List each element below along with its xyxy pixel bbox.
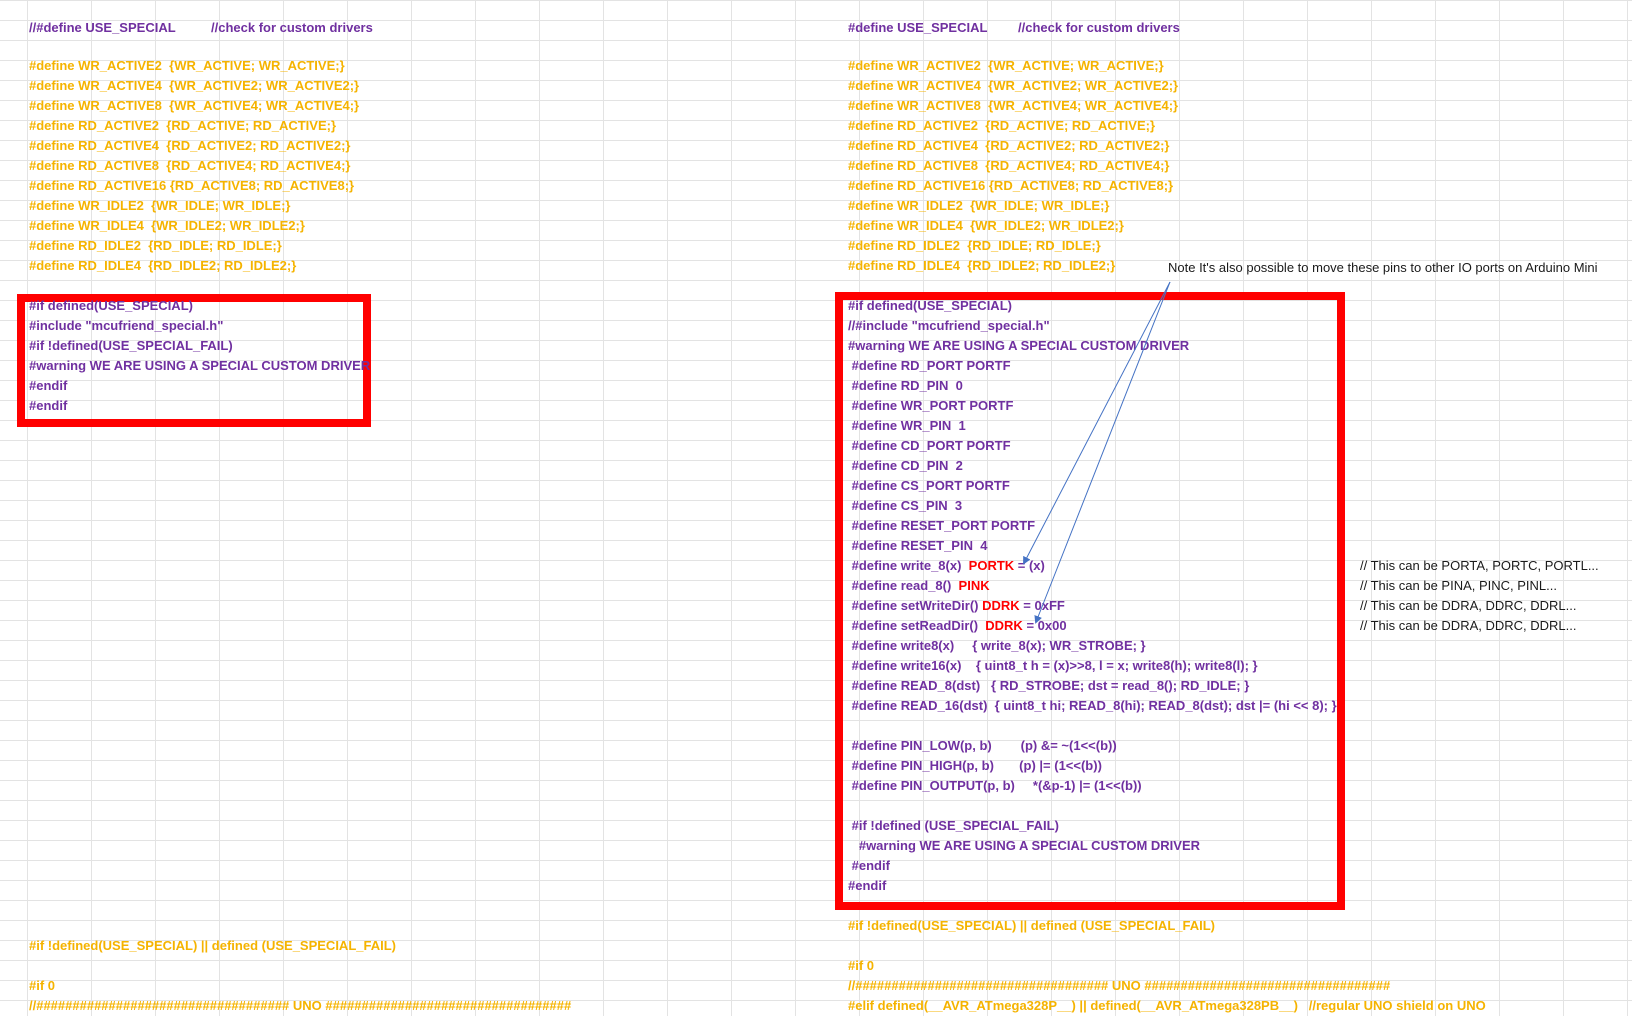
set-read-dir-suffix: = 0x00: [1022, 618, 1067, 633]
right-define-line[interactable]: #define WR_ACTIVE4 {WR_ACTIVE2; WR_ACTIV…: [848, 76, 1178, 96]
left-special-line[interactable]: #include "mcufriend_special.h": [29, 316, 223, 336]
left-special-line[interactable]: #endif: [29, 376, 67, 396]
set-write-dir-define[interactable]: #define setWriteDir() DDRK = 0xFF: [848, 596, 1065, 616]
left-special-line[interactable]: #endif: [29, 396, 67, 416]
right-footer-if[interactable]: #if !defined(USE_SPECIAL) || defined (US…: [848, 916, 1215, 936]
right-if-not-fail[interactable]: #if !defined (USE_SPECIAL_FAIL): [848, 816, 1059, 836]
right-header-comment[interactable]: //check for custom drivers: [1018, 18, 1180, 38]
register-comment[interactable]: // This can be DDRA, DDRC, DDRL...: [1360, 596, 1576, 616]
macro-line[interactable]: #define READ_16(dst) { uint8_t hi; READ_…: [848, 696, 1337, 716]
pin-define-line[interactable]: #define WR_PORT PORTF: [848, 396, 1014, 416]
pin-define-line[interactable]: #define RESET_PIN 4: [848, 536, 988, 556]
pin-define-line[interactable]: #define CD_PORT PORTF: [848, 436, 1011, 456]
left-footer-if[interactable]: #if !defined(USE_SPECIAL) || defined (US…: [29, 936, 396, 956]
pin-define-line[interactable]: #define RD_PIN 0: [848, 376, 963, 396]
right-define-line[interactable]: #define WR_ACTIVE8 {WR_ACTIVE4; WR_ACTIV…: [848, 96, 1178, 116]
write-8-define[interactable]: #define write_8(x) PORTK = (x): [848, 556, 1045, 576]
right-include[interactable]: //#include "mcufriend_special.h": [848, 316, 1050, 336]
right-define-line[interactable]: #define WR_IDLE2 {WR_IDLE; WR_IDLE;}: [848, 196, 1109, 216]
read-8-define[interactable]: #define read_8() PINK: [848, 576, 990, 596]
pin-macro-line[interactable]: #define PIN_HIGH(p, b) (p) |= (1<<(b)): [848, 756, 1102, 776]
left-define-line[interactable]: #define RD_ACTIVE2 {RD_ACTIVE; RD_ACTIVE…: [29, 116, 336, 136]
left-define-line[interactable]: #define WR_ACTIVE4 {WR_ACTIVE2; WR_ACTIV…: [29, 76, 359, 96]
set-read-dir-define[interactable]: #define setReadDir() DDRK = 0x00: [848, 616, 1067, 636]
pin-macro-line[interactable]: #define PIN_LOW(p, b) (p) &= ~(1<<(b)): [848, 736, 1117, 756]
macro-line[interactable]: #define write8(x) { write_8(x); WR_STROB…: [848, 636, 1146, 656]
left-header-define[interactable]: //#define USE_SPECIAL: [29, 18, 176, 38]
left-define-line[interactable]: #define WR_ACTIVE8 {WR_ACTIVE4; WR_ACTIV…: [29, 96, 359, 116]
right-endif-inner[interactable]: #endif: [848, 856, 890, 876]
macro-line[interactable]: #define READ_8(dst) { RD_STROBE; dst = r…: [848, 676, 1250, 696]
right-if-defined[interactable]: #if defined(USE_SPECIAL): [848, 296, 1012, 316]
left-footer-uno[interactable]: //################################### UN…: [29, 996, 571, 1016]
right-header-define[interactable]: #define USE_SPECIAL: [848, 18, 987, 38]
left-define-line[interactable]: #define RD_IDLE4 {RD_IDLE2; RD_IDLE2;}: [29, 256, 296, 276]
note-annotation[interactable]: Note It's also possible to move these pi…: [1168, 258, 1598, 278]
right-footer-uno[interactable]: //################################### UN…: [848, 976, 1390, 996]
right-define-line[interactable]: #define RD_ACTIVE16 {RD_ACTIVE8; RD_ACTI…: [848, 176, 1173, 196]
left-special-line[interactable]: #if defined(USE_SPECIAL): [29, 296, 193, 316]
right-footer-elif[interactable]: #elif defined(__AVR_ATmega328P__) || def…: [848, 996, 1486, 1016]
pin-register: PINK: [958, 578, 990, 593]
left-define-line[interactable]: #define RD_ACTIVE16 {RD_ACTIVE8; RD_ACTI…: [29, 176, 354, 196]
macro-line[interactable]: #define write16(x) { uint8_t h = (x)>>8,…: [848, 656, 1258, 676]
left-header-comment[interactable]: //check for custom drivers: [211, 18, 373, 38]
write-8-prefix: #define write_8(x): [848, 558, 969, 573]
left-define-line[interactable]: #define RD_IDLE2 {RD_IDLE; RD_IDLE;}: [29, 236, 282, 256]
left-define-line[interactable]: #define RD_ACTIVE8 {RD_ACTIVE4; RD_ACTIV…: [29, 156, 350, 176]
right-define-line[interactable]: #define RD_ACTIVE2 {RD_ACTIVE; RD_ACTIVE…: [848, 116, 1155, 136]
right-define-line[interactable]: #define RD_ACTIVE4 {RD_ACTIVE2; RD_ACTIV…: [848, 136, 1169, 156]
right-define-line[interactable]: #define WR_ACTIVE2 {WR_ACTIVE; WR_ACTIVE…: [848, 56, 1164, 76]
ddr-register: DDRK: [985, 618, 1023, 633]
left-define-line[interactable]: #define WR_IDLE2 {WR_IDLE; WR_IDLE;}: [29, 196, 290, 216]
pin-define-line[interactable]: #define RD_PORT PORTF: [848, 356, 1011, 376]
port-register: PORTK: [968, 558, 1015, 573]
left-define-line[interactable]: #define WR_ACTIVE2 {WR_ACTIVE; WR_ACTIVE…: [29, 56, 345, 76]
set-write-dir-suffix: = 0xFF: [1019, 598, 1065, 613]
set-write-dir-prefix: #define setWriteDir(): [848, 598, 983, 613]
right-endif-outer[interactable]: #endif: [848, 876, 886, 896]
pin-define-line[interactable]: #define CS_PIN 3: [848, 496, 963, 516]
right-footer-if0[interactable]: #if 0: [848, 956, 874, 976]
pin-define-line[interactable]: #define CD_PIN 2: [848, 456, 963, 476]
left-define-line[interactable]: #define RD_ACTIVE4 {RD_ACTIVE2; RD_ACTIV…: [29, 136, 350, 156]
pin-define-line[interactable]: #define WR_PIN 1: [848, 416, 966, 436]
left-define-line[interactable]: #define WR_IDLE4 {WR_IDLE2; WR_IDLE2;}: [29, 216, 305, 236]
right-define-line[interactable]: #define RD_IDLE4 {RD_IDLE2; RD_IDLE2;}: [848, 256, 1115, 276]
left-footer-if0[interactable]: #if 0: [29, 976, 55, 996]
write-8-suffix: = (x): [1014, 558, 1045, 573]
right-define-line[interactable]: #define RD_ACTIVE8 {RD_ACTIVE4; RD_ACTIV…: [848, 156, 1169, 176]
right-warning-inner[interactable]: #warning WE ARE USING A SPECIAL CUSTOM D…: [848, 836, 1200, 856]
right-define-line[interactable]: #define WR_IDLE4 {WR_IDLE2; WR_IDLE2;}: [848, 216, 1124, 236]
left-special-line[interactable]: #warning WE ARE USING A SPECIAL CUSTOM D…: [29, 356, 370, 376]
pin-define-line[interactable]: #define RESET_PORT PORTF: [848, 516, 1035, 536]
register-comment[interactable]: // This can be PINA, PINC, PINL...: [1360, 576, 1557, 596]
register-comment[interactable]: // This can be DDRA, DDRC, DDRL...: [1360, 616, 1576, 636]
pin-define-line[interactable]: #define CS_PORT PORTF: [848, 476, 1010, 496]
set-read-dir-prefix: #define setReadDir(): [848, 618, 986, 633]
right-define-line[interactable]: #define RD_IDLE2 {RD_IDLE; RD_IDLE;}: [848, 236, 1101, 256]
read-8-prefix: #define read_8(): [848, 578, 959, 593]
register-comment[interactable]: // This can be PORTA, PORTC, PORTL...: [1360, 556, 1599, 576]
ddr-register: DDRK: [982, 598, 1020, 613]
pin-macro-line[interactable]: #define PIN_OUTPUT(p, b) *(&p-1) |= (1<<…: [848, 776, 1142, 796]
right-warning[interactable]: #warning WE ARE USING A SPECIAL CUSTOM D…: [848, 336, 1189, 356]
left-special-line[interactable]: #if !defined(USE_SPECIAL_FAIL): [29, 336, 233, 356]
